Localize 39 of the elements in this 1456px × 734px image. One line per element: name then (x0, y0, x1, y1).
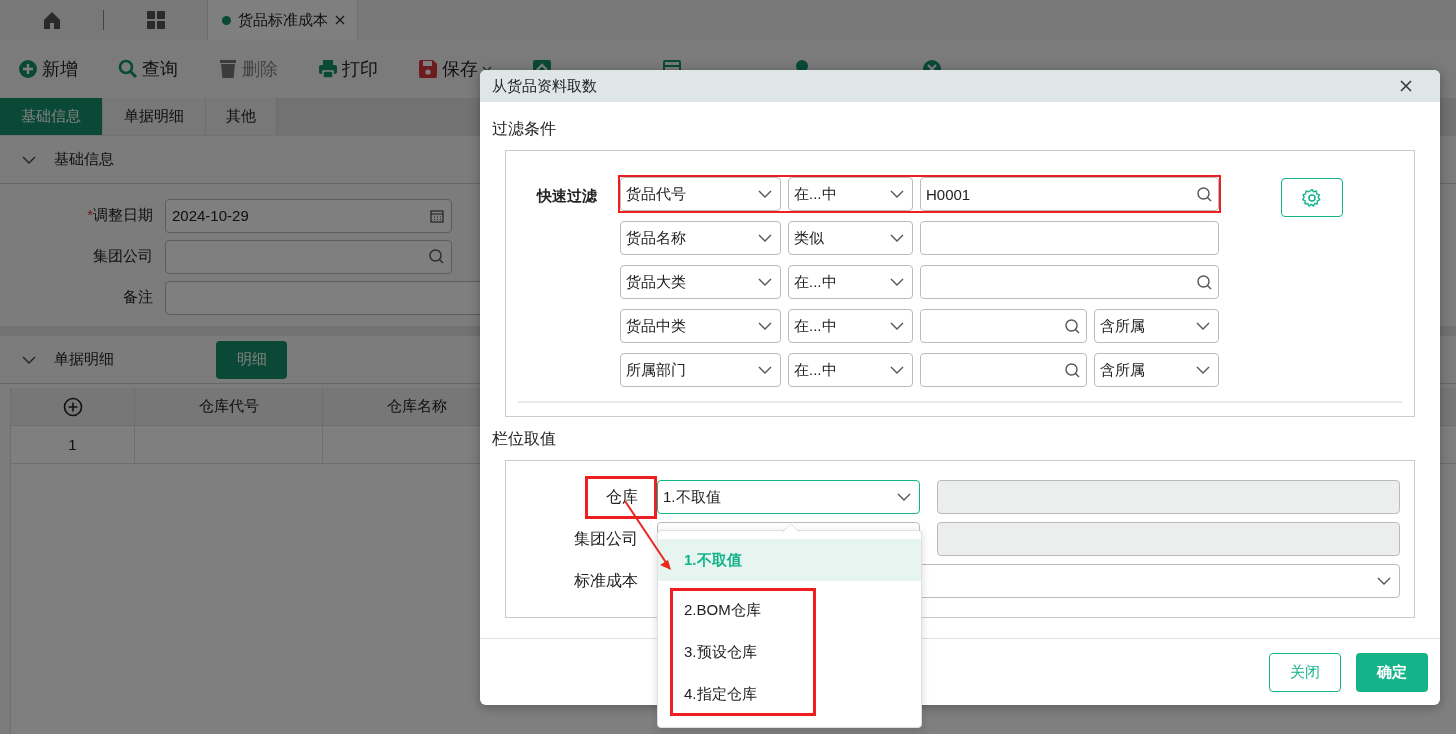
field-label: 调整日期 (93, 206, 153, 223)
toolbar-button[interactable]: 查询 (118, 57, 178, 81)
required-mark: * (87, 206, 93, 223)
dropdown-field[interactable]: 货品代号 (620, 177, 781, 211)
group-heading: 栏位取值 (491, 429, 557, 449)
dropdown-field[interactable]: 在...中 (788, 309, 913, 343)
toolbar-button[interactable]: 打印 (318, 57, 378, 81)
field-label: 备注 (123, 288, 153, 305)
dropdown-field[interactable]: 含所属 (1094, 309, 1219, 343)
filter-label: 快速过滤 (535, 186, 598, 206)
field-label: 集团公司 (573, 528, 639, 549)
dropdown-option[interactable]: 2.BOM仓库 (673, 591, 813, 629)
field-label: 标准成本 (573, 570, 639, 591)
dropdown-field[interactable]: 在...中 (788, 353, 913, 387)
section-title: 基础信息 (54, 150, 114, 169)
dropdown-field[interactable]: 1.不取值 (657, 480, 920, 514)
dropdown-option[interactable]: 4.指定仓库 (673, 675, 813, 713)
dropdown-option[interactable]: 3.预设仓库 (673, 633, 813, 671)
dropdown-field[interactable]: 货品中类 (620, 309, 781, 343)
form-tab[interactable]: 其他 (206, 98, 277, 135)
dropdown-field[interactable]: 所属部门 (620, 353, 781, 387)
input-field[interactable]: 2024-10-29 (165, 198, 452, 233)
field-label: 仓库 (585, 475, 657, 519)
dialog-title: 从货品资料取数 (492, 76, 597, 96)
field-label: 集团公司 (93, 247, 153, 264)
column-header: 仓库代号 (135, 388, 323, 425)
dropdown-field[interactable]: 货品大类 (620, 265, 781, 299)
row-number: 1 (11, 426, 135, 463)
dropdown-field[interactable]: 在...中 (788, 177, 913, 211)
dropdown-field[interactable]: 货品名称 (620, 221, 781, 255)
input-field[interactable]: H0001 (920, 177, 1219, 211)
section-title: 单据明细 (54, 350, 114, 369)
group-heading: 过滤条件 (491, 119, 557, 139)
page-tab[interactable]: 货品标准成本 (207, 0, 358, 40)
toolbar-button[interactable]: 新增 (18, 57, 78, 81)
dropdown-field[interactable]: 类似 (788, 221, 913, 255)
form-tab[interactable]: 单据明细 (103, 98, 206, 135)
dropdown-field[interactable]: 在...中 (788, 265, 913, 299)
dropdown-field[interactable]: 含所属 (1094, 353, 1219, 387)
